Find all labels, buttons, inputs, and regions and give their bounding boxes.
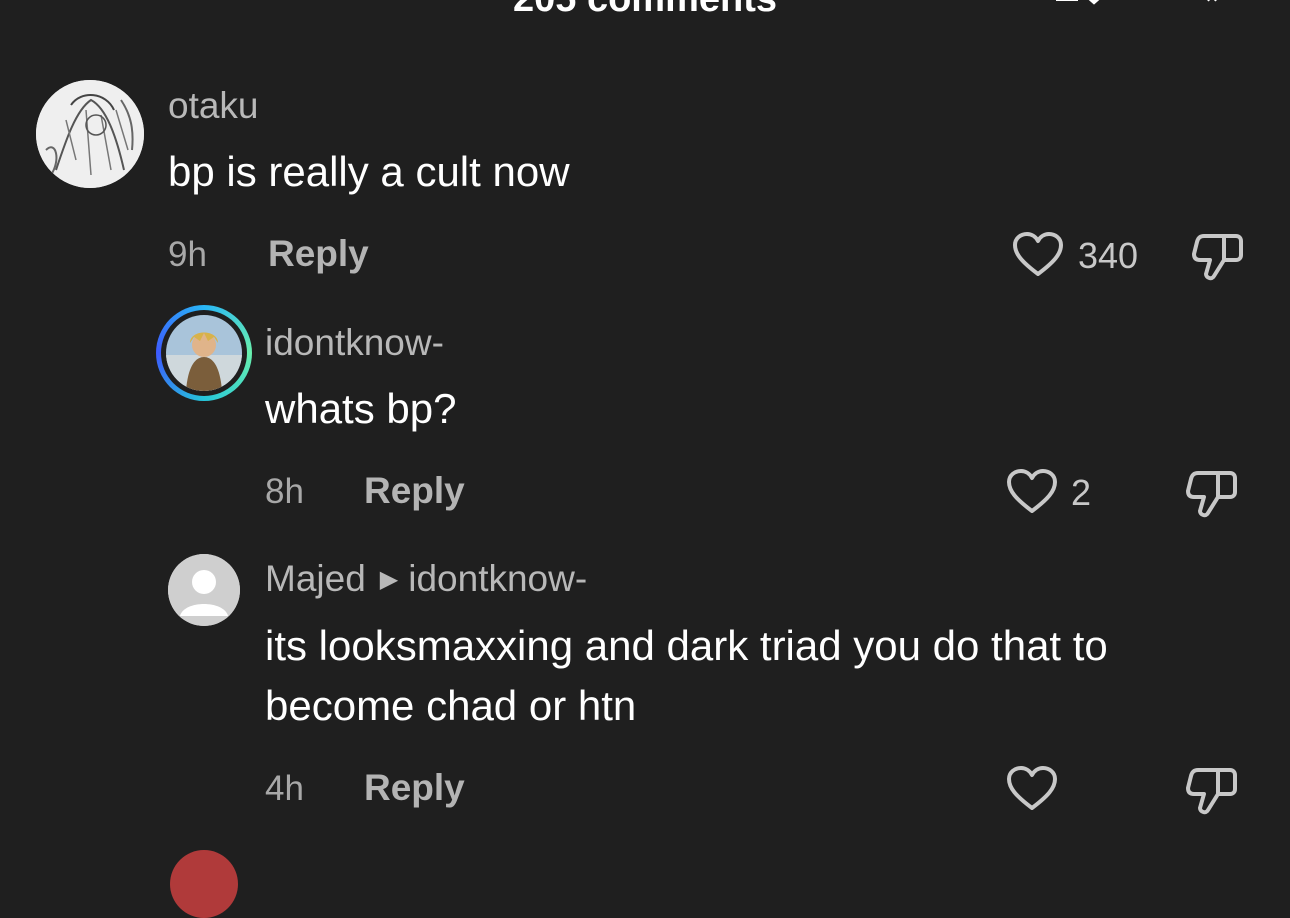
comment-time: 8h xyxy=(265,472,304,511)
sort-icon[interactable] xyxy=(1052,0,1112,18)
avatar[interactable] xyxy=(156,305,252,401)
comment-username[interactable]: idontknow- xyxy=(265,322,444,364)
reply-button[interactable]: Reply xyxy=(364,470,465,512)
avatar[interactable] xyxy=(168,554,240,626)
comment-text: its looksmaxxing and dark triad you do t… xyxy=(265,622,1108,729)
reply-button[interactable]: Reply xyxy=(268,233,369,275)
like-count: 2 xyxy=(1071,472,1092,513)
avatar[interactable] xyxy=(170,850,238,918)
comments-header: 205 comments xyxy=(0,0,1290,18)
thumbs-down-icon[interactable] xyxy=(1186,764,1238,816)
comment-username[interactable]: Majed ▶ idontknow- xyxy=(265,558,587,600)
heart-icon[interactable] xyxy=(1006,766,1058,812)
reply-author[interactable]: Majed xyxy=(265,558,366,599)
caret-right-icon: ▶ xyxy=(379,566,399,593)
avatar[interactable] xyxy=(36,80,144,188)
replied-to-username[interactable]: idontknow- xyxy=(408,558,587,599)
heart-icon[interactable] xyxy=(1006,469,1058,515)
thumbs-down-icon[interactable] xyxy=(1186,467,1238,519)
close-icon[interactable] xyxy=(1190,0,1234,18)
comment-text: bp is really a cult now xyxy=(168,148,570,195)
comment-text: whats bp? xyxy=(265,385,457,432)
thumbs-down-icon[interactable] xyxy=(1192,230,1244,282)
heart-icon[interactable] xyxy=(1012,232,1064,278)
comment-username[interactable]: otaku xyxy=(168,85,259,127)
reply-button[interactable]: Reply xyxy=(364,767,465,809)
like-count: 340 xyxy=(1078,235,1139,276)
comment-time: 9h xyxy=(168,235,207,274)
comment-time: 4h xyxy=(265,769,304,808)
